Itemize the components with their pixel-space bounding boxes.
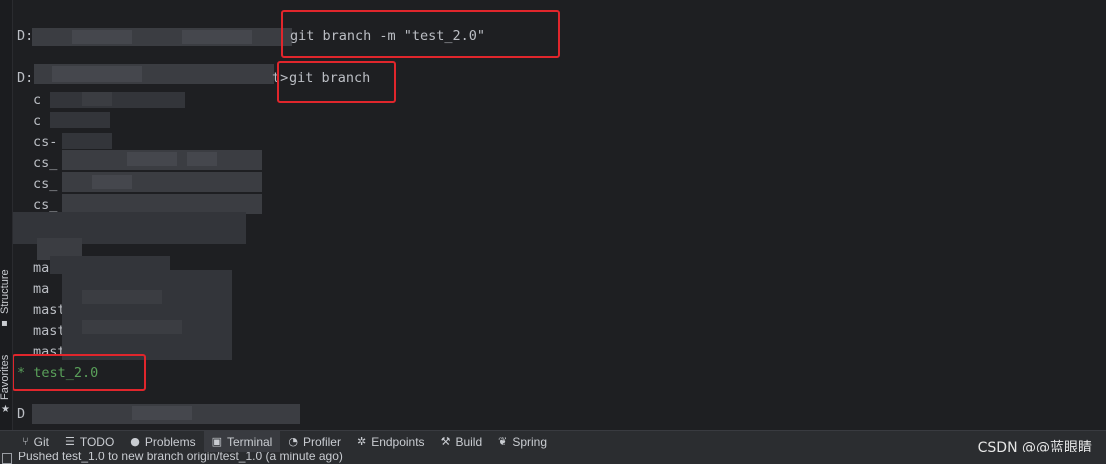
branch-item: c bbox=[33, 113, 42, 129]
branch-item: ma bbox=[33, 260, 50, 276]
branch-item: ma bbox=[33, 281, 50, 297]
git-branch-icon: ⑂ bbox=[22, 435, 29, 448]
redacted-branch-block bbox=[127, 152, 177, 166]
branch-item: cs_ bbox=[33, 155, 58, 171]
profiler-icon: ◔ bbox=[288, 435, 298, 448]
tab-problems[interactable]: ● Problems bbox=[122, 431, 203, 452]
terminal-icon: ▣ bbox=[211, 435, 222, 448]
branch-item: cs- bbox=[33, 134, 58, 150]
tab-label: Spring bbox=[512, 434, 548, 449]
highlight-current-branch bbox=[12, 354, 146, 391]
branch-item: mast bbox=[33, 302, 66, 318]
redacted-branch-block bbox=[82, 290, 162, 304]
tab-label: Profiler bbox=[302, 434, 341, 449]
redacted-path bbox=[32, 28, 292, 46]
redacted-branch bbox=[50, 112, 110, 128]
branch-item: cs_ bbox=[33, 176, 58, 192]
endpoints-icon: ✲ bbox=[356, 435, 367, 448]
star-icon: ★ bbox=[1, 404, 10, 415]
prompt-text: D: bbox=[17, 28, 34, 44]
redacted-branch bbox=[62, 194, 262, 214]
info-icon: ● bbox=[130, 435, 140, 448]
tab-label: TODO bbox=[79, 434, 115, 449]
list-icon: ☰ bbox=[64, 435, 75, 448]
tab-label: Terminal bbox=[226, 434, 273, 449]
redacted-path-block bbox=[72, 30, 132, 44]
tab-label: Git bbox=[33, 434, 49, 449]
prompt-text: D bbox=[17, 406, 26, 422]
tab-build[interactable]: ⚒ Build bbox=[433, 431, 491, 452]
terminal-panel[interactable]: D: git branch -m "test_2.0" D:\ t> git b… bbox=[6, 0, 1106, 430]
redacted-branch-block bbox=[82, 320, 182, 334]
tab-structure[interactable]: Structure bbox=[0, 269, 11, 314]
tab-endpoints[interactable]: ✲ Endpoints bbox=[349, 431, 433, 452]
redacted-branch bbox=[62, 133, 112, 149]
tab-terminal[interactable]: ▣ Terminal bbox=[203, 431, 281, 452]
redacted-branch-block bbox=[187, 152, 217, 166]
redacted-branch bbox=[50, 92, 185, 108]
status-message[interactable]: Pushed test_1.0 to new branch origin/tes… bbox=[18, 452, 343, 463]
tab-profiler[interactable]: ◔ Profiler bbox=[280, 431, 349, 452]
tab-label: Endpoints bbox=[371, 434, 425, 449]
redacted-branch bbox=[62, 270, 232, 360]
spring-icon: ❦ bbox=[498, 435, 508, 448]
status-toggle-icon[interactable] bbox=[2, 453, 12, 464]
redacted-path-block bbox=[52, 66, 142, 82]
highlight-branch-command bbox=[277, 61, 396, 103]
structure-icon: ▪ bbox=[1, 318, 8, 329]
tool-window-bar: ⑂ Git ☰ TODO ● Problems ▣ Terminal ◔ Pro… bbox=[0, 430, 1106, 452]
highlight-rename-command bbox=[281, 10, 560, 58]
branch-item: c bbox=[33, 92, 42, 108]
tab-label: Problems bbox=[144, 434, 196, 449]
status-bar: Pushed test_1.0 to new branch origin/tes… bbox=[0, 452, 1106, 464]
branch-item: mast bbox=[33, 323, 66, 339]
tab-todo[interactable]: ☰ TODO bbox=[57, 431, 122, 452]
redacted-path-block bbox=[182, 30, 252, 44]
redacted-path-block bbox=[132, 406, 192, 420]
left-tool-strip: Structure ▪ Favorites ★ bbox=[0, 0, 13, 430]
redacted-branch-block bbox=[92, 175, 132, 189]
tab-favorites[interactable]: Favorites bbox=[0, 355, 11, 400]
tab-label: Build bbox=[455, 434, 483, 449]
tab-git[interactable]: ⑂ Git bbox=[14, 431, 57, 452]
hammer-icon: ⚒ bbox=[440, 435, 451, 448]
redacted-branch-block bbox=[82, 92, 112, 106]
tab-spring[interactable]: ❦ Spring bbox=[490, 431, 555, 452]
